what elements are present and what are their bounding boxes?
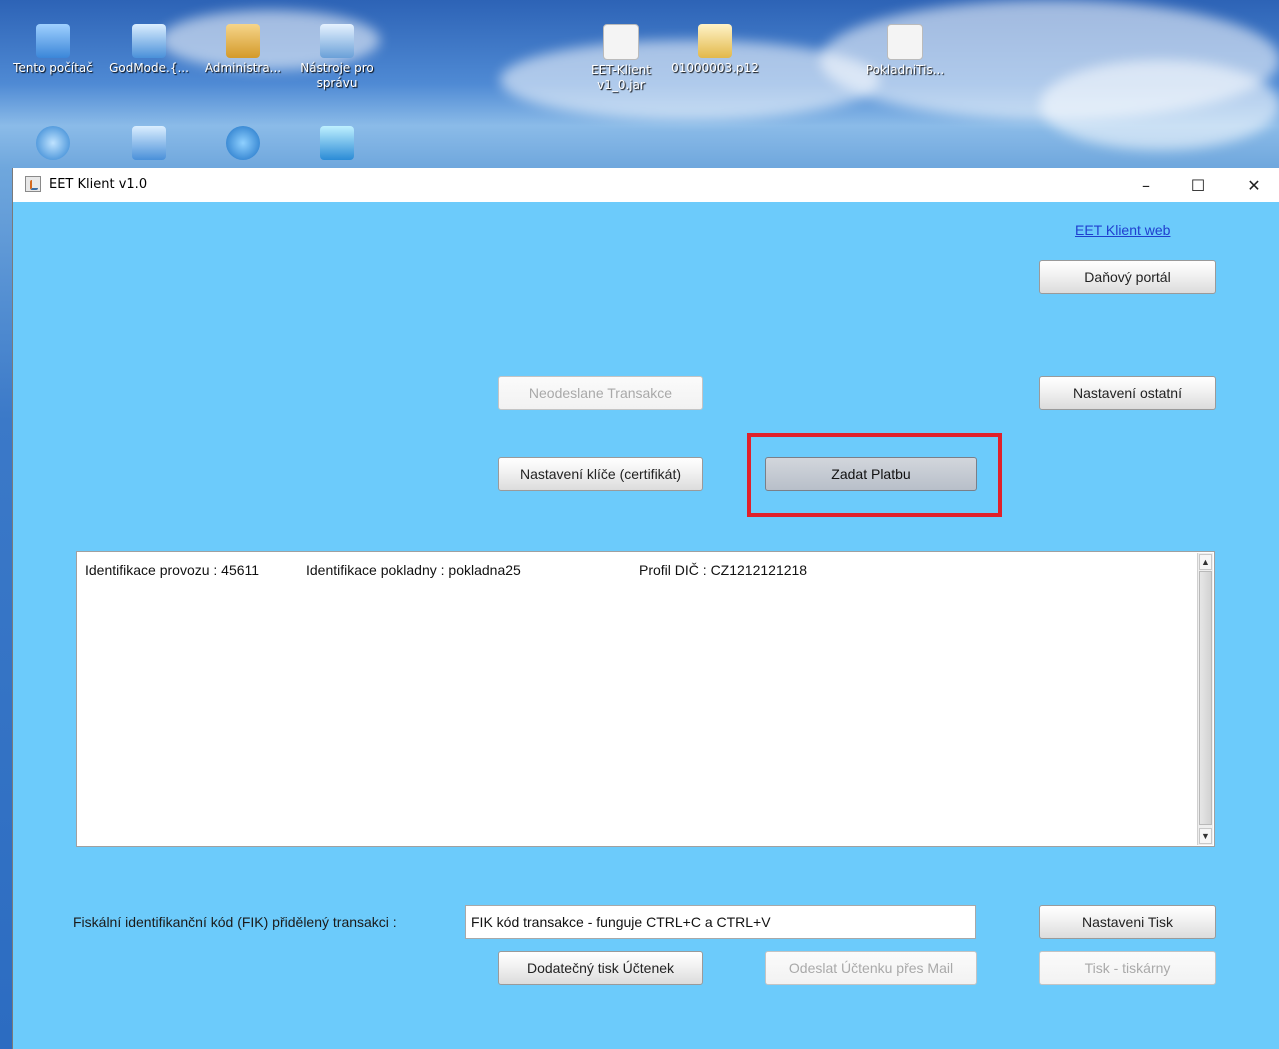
title-bar[interactable]: EET Klient v1.0 – ☐ ✕ bbox=[13, 168, 1279, 202]
desktop-icon-this-pc[interactable]: Tento počítač bbox=[8, 24, 98, 76]
maximize-button[interactable]: ☐ bbox=[1172, 168, 1224, 202]
desktop-icon-pokladni-tisk[interactable]: PokladniTis... bbox=[860, 24, 950, 78]
desktop-icon-eet-klient-jar[interactable]: EET-Klient v1_0.jar bbox=[576, 24, 666, 93]
minimize-button[interactable]: – bbox=[1120, 168, 1172, 202]
print-settings-button[interactable]: Nastaveni Tisk bbox=[1039, 905, 1216, 939]
certificate-icon bbox=[698, 24, 732, 58]
control-panel-icon bbox=[132, 24, 166, 58]
unsent-transactions-button[interactable]: Neodeslane Transakce bbox=[498, 376, 703, 410]
java-jar-icon bbox=[887, 24, 923, 60]
cloud bbox=[1040, 60, 1279, 150]
desktop-icon-label: Tento počítač bbox=[13, 61, 93, 75]
control-panel-icon bbox=[132, 126, 166, 160]
printers-button[interactable]: Tisk - tiskárny bbox=[1039, 951, 1216, 985]
desktop-icon-shield-settings[interactable] bbox=[292, 126, 382, 163]
main-panel: EET Klient web Daňový portál Neodeslane … bbox=[13, 202, 1279, 1049]
network-icon bbox=[36, 126, 70, 160]
desktop-icon-label: 01000003.p12 bbox=[671, 61, 759, 75]
desktop-icon-label: GodMode.{... bbox=[109, 61, 189, 75]
other-settings-button[interactable]: Nastavení ostatní bbox=[1039, 376, 1216, 410]
admin-tools-icon bbox=[320, 24, 354, 58]
info-provoz: Identifikace provozu : 45611 bbox=[85, 562, 260, 578]
window-title: EET Klient v1.0 bbox=[49, 177, 148, 192]
eet-klient-web-link[interactable]: EET Klient web bbox=[1075, 222, 1170, 238]
desktop-icon-label: PokladniTis... bbox=[865, 63, 945, 77]
desktop-icon-internet-explorer[interactable] bbox=[198, 126, 288, 163]
desktop-icon-admin-tools[interactable]: Nástroje pro správu bbox=[292, 24, 382, 91]
desktop-icon-administrator[interactable]: Administra... bbox=[198, 24, 288, 76]
desktop-icon-certificate[interactable]: 01000003.p12 bbox=[670, 24, 760, 76]
close-button[interactable]: ✕ bbox=[1228, 168, 1279, 202]
desktop-icon-control-panel[interactable] bbox=[104, 126, 194, 163]
computer-icon bbox=[36, 24, 70, 58]
java-jar-icon bbox=[603, 24, 639, 60]
internet-explorer-icon bbox=[226, 126, 260, 160]
scroll-thumb[interactable] bbox=[1199, 571, 1212, 825]
info-pokladna: Identifikace pokladny : pokladna25 bbox=[306, 562, 521, 578]
desktop-icon-label: EET-Klient v1_0.jar bbox=[591, 63, 651, 92]
vertical-scrollbar[interactable]: ▲ ▼ bbox=[1197, 553, 1213, 845]
eet-klient-window: EET Klient v1.0 – ☐ ✕ EET Klient web Daň… bbox=[12, 168, 1279, 1049]
desktop-icon-label: Nástroje pro správu bbox=[300, 61, 374, 90]
scroll-up-arrow-icon[interactable]: ▲ bbox=[1199, 554, 1212, 570]
send-receipt-mail-button[interactable]: Odeslat Účtenku přes Mail bbox=[765, 951, 977, 985]
fik-input[interactable]: FIK kód transakce - funguje CTRL+C a CTR… bbox=[465, 905, 976, 939]
key-settings-button[interactable]: Nastavení klíče (certifikát) bbox=[498, 457, 703, 491]
desktop-icon-network[interactable] bbox=[8, 126, 98, 163]
java-app-icon bbox=[25, 176, 41, 192]
user-folder-icon bbox=[226, 24, 260, 58]
enter-payment-button[interactable]: Zadat Platbu bbox=[765, 457, 977, 491]
desktop-icon-godmode[interactable]: GodMode.{... bbox=[104, 24, 194, 76]
info-dic: Profil DIČ : CZ1212121218 bbox=[639, 562, 808, 578]
extra-print-receipts-button[interactable]: Dodatečný tisk Účtenek bbox=[498, 951, 703, 985]
fik-label: Fiskální identifikanční kód (FIK) přiděl… bbox=[73, 914, 397, 930]
tax-portal-button[interactable]: Daňový portál bbox=[1039, 260, 1216, 294]
desktop-icon-label: Administra... bbox=[204, 61, 282, 75]
shield-settings-icon bbox=[320, 126, 354, 160]
transaction-log-area[interactable]: Identifikace provozu : 45611 Identifikac… bbox=[76, 551, 1215, 847]
scroll-down-arrow-icon[interactable]: ▼ bbox=[1199, 828, 1212, 844]
